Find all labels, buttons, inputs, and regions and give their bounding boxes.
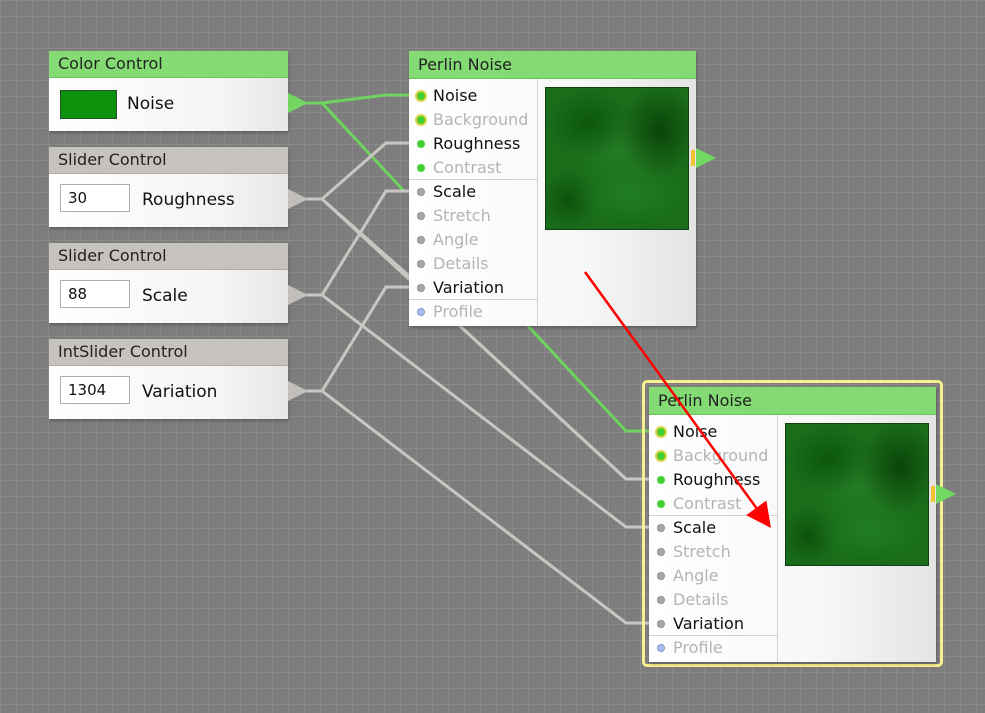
slider-scale-title: Slider Control [49,243,288,270]
color-control-title: Color Control [49,51,288,78]
wire-perlin-top-to-bottom-noise [526,324,660,433]
perlin-bottom-param-roughness[interactable]: Roughness [649,468,760,492]
perlin-bottom-output-port[interactable] [936,484,956,504]
wire-roughness-top-extra [321,197,422,289]
perlin-top-param-details[interactable]: Details [409,252,488,276]
perlin-top-title: Perlin Noise [409,51,696,79]
color-swatch[interactable] [60,90,117,119]
color-control-output-port[interactable] [288,93,308,113]
perlin-top-noise-preview [545,87,689,230]
port-icon[interactable] [417,164,425,172]
port-icon[interactable] [655,450,667,462]
slider-roughness-output-port[interactable] [288,189,308,209]
perlin-top-param-profile[interactable]: Profile [409,300,483,324]
slider-control-roughness-node[interactable]: Slider Control 30 Roughness [49,147,308,227]
port-icon[interactable] [417,140,425,148]
intslider-variation-body: 1304 Variation [49,366,288,419]
wire-color-to-perlin-top-noise [304,93,420,105]
perlin-top-param-scale[interactable]: Scale [409,180,476,204]
perlin-top-param-list: Noise Background Roughness Contrast Scal… [409,79,538,326]
slider-roughness-title: Slider Control [49,147,288,174]
perlin-bottom-output-handle[interactable] [931,486,935,502]
wire-color-to-perlin-top-scale [320,101,420,193]
port-icon[interactable] [415,114,427,126]
perlin-bottom-param-details[interactable]: Details [649,588,728,612]
perlin-top-param-noise[interactable]: Noise [409,84,477,108]
port-icon[interactable] [657,644,665,652]
wire-variation-to-top [304,285,420,393]
slider-roughness-body: 30 Roughness [49,174,288,227]
scale-value-input[interactable]: 88 [60,280,130,308]
intslider-variation-title: IntSlider Control [49,339,288,366]
port-icon[interactable] [655,426,667,438]
wire-top-to-bottom-gray [458,324,628,481]
perlin-bottom-param-profile[interactable]: Profile [649,636,723,660]
perlin-top-param-angle[interactable]: Angle [409,228,479,252]
perlin-bottom-param-contrast[interactable]: Contrast [649,492,741,516]
perlin-bottom-param-variation[interactable]: Variation [649,612,744,636]
perlin-noise-node-bottom[interactable]: Perlin Noise Noise Background Roughness … [649,387,936,662]
perlin-top-body: Noise Background Roughness Contrast Scal… [409,79,696,326]
wire-scale-to-bottom [321,293,660,529]
roughness-label: Roughness [142,190,235,210]
port-icon[interactable] [417,212,425,220]
intslider-control-variation-node[interactable]: IntSlider Control 1304 Variation [49,339,308,419]
scale-label: Scale [142,286,188,306]
perlin-top-output-port[interactable] [696,148,716,168]
color-control-body: Noise [49,78,288,131]
perlin-top-param-roughness[interactable]: Roughness [409,132,520,156]
slider-control-scale-node[interactable]: Slider Control 88 Scale [49,243,308,323]
slider-scale-body: 88 Scale [49,270,288,323]
perlin-top-param-stretch[interactable]: Stretch [409,204,491,228]
perlin-bottom-param-background[interactable]: Background [649,444,768,468]
perlin-bottom-title: Perlin Noise [649,387,936,415]
perlin-bottom-param-noise[interactable]: Noise [649,420,717,444]
slider-scale-output-port[interactable] [288,285,308,305]
port-icon[interactable] [417,308,425,316]
port-icon[interactable] [417,260,425,268]
port-icon[interactable] [417,188,425,196]
port-icon[interactable] [657,572,665,580]
port-icon[interactable] [417,284,425,292]
port-icon[interactable] [657,620,665,628]
perlin-bottom-body: Noise Background Roughness Contrast Scal… [649,415,936,662]
perlin-bottom-noise-preview [785,423,929,566]
perlin-top-param-variation[interactable]: Variation [409,276,504,300]
perlin-top-param-background[interactable]: Background [409,108,528,132]
perlin-bottom-param-scale[interactable]: Scale [649,516,716,540]
perlin-top-param-contrast[interactable]: Contrast [409,156,501,180]
perlin-bottom-param-stretch[interactable]: Stretch [649,540,731,564]
port-icon[interactable] [657,500,665,508]
variation-label: Variation [142,382,218,402]
perlin-top-output-handle[interactable] [691,150,695,166]
port-icon[interactable] [417,236,425,244]
roughness-value-input[interactable]: 30 [60,184,130,212]
color-control-label: Noise [127,94,175,114]
perlin-bottom-param-angle[interactable]: Angle [649,564,719,588]
port-icon[interactable] [657,548,665,556]
wire-variation-to-bottom [321,389,660,625]
wire-roughness-to-top [304,141,420,201]
color-control-node[interactable]: Color Control Noise [49,51,308,131]
intslider-variation-output-port[interactable] [288,381,308,401]
variation-value-input[interactable]: 1304 [60,376,130,404]
port-icon[interactable] [415,90,427,102]
perlin-bottom-param-list: Noise Background Roughness Contrast Scal… [649,415,778,662]
perlin-noise-node-top[interactable]: Perlin Noise Noise Background Roughness … [409,51,696,326]
wire-scale-to-top [304,189,420,297]
port-icon[interactable] [657,596,665,604]
port-icon[interactable] [657,524,665,532]
port-icon[interactable] [657,476,665,484]
